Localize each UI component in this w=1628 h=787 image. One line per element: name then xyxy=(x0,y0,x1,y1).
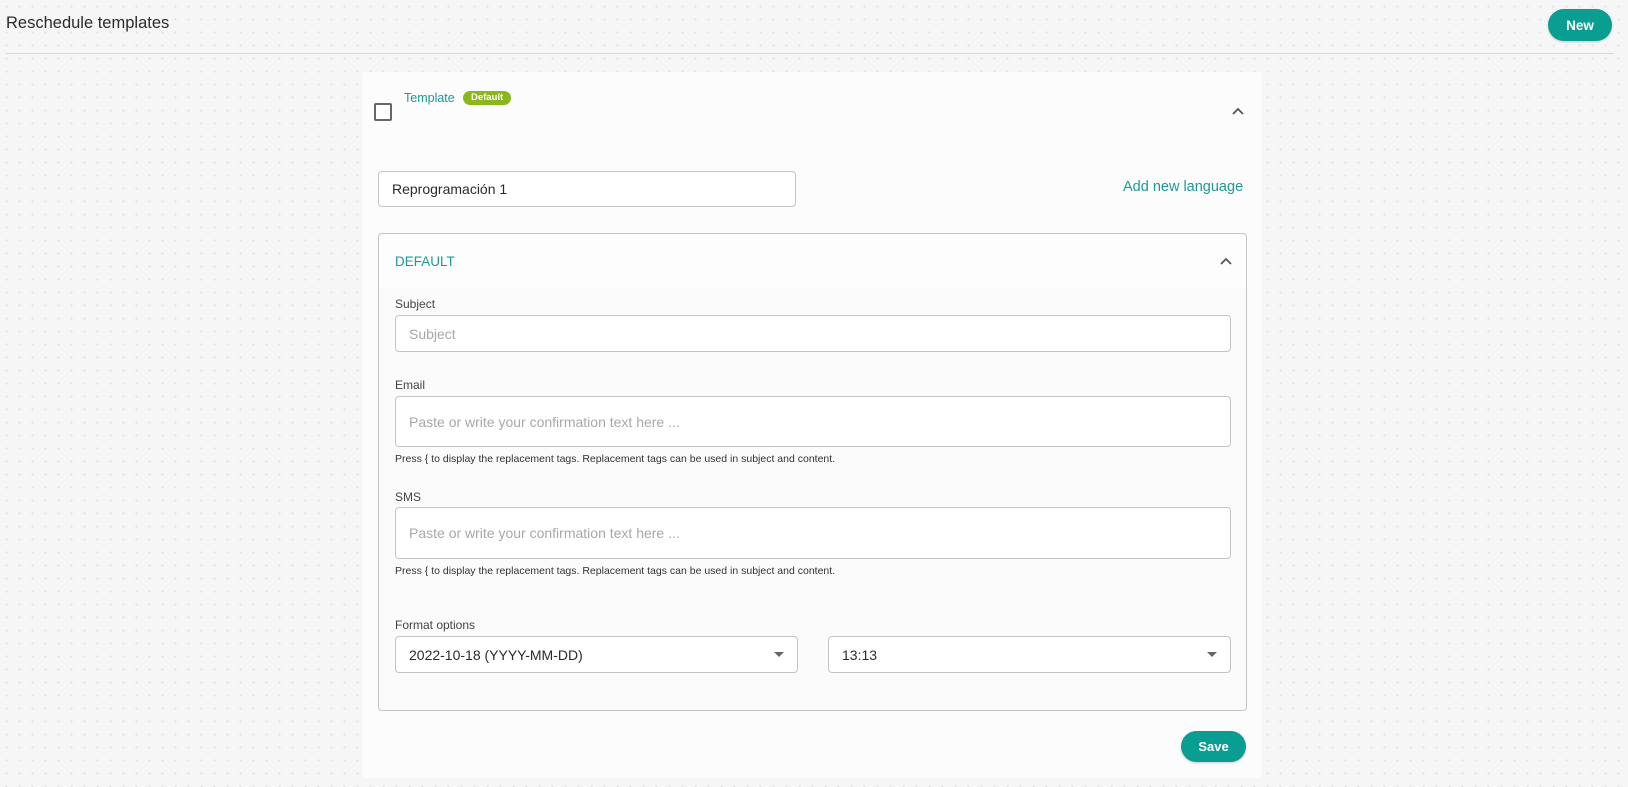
chevron-up-icon[interactable] xyxy=(1219,256,1233,266)
format-options-label: Format options xyxy=(395,618,476,632)
template-select-checkbox[interactable] xyxy=(374,103,392,121)
language-panel-default: DEFAULT Subject Subject Email Paste or w… xyxy=(378,233,1247,711)
subject-label: Subject xyxy=(395,297,436,311)
dropdown-caret-icon xyxy=(1207,652,1217,657)
time-format-value: 13:13 xyxy=(842,646,878,663)
language-panel-header[interactable]: DEFAULT xyxy=(379,234,1246,288)
date-format-value: 2022-10-18 (YYYY-MM-DD) xyxy=(409,646,583,663)
date-format-select[interactable]: 2022-10-18 (YYYY-MM-DD) xyxy=(395,636,798,673)
email-label: Email xyxy=(395,378,426,392)
dropdown-caret-icon xyxy=(774,652,784,657)
add-new-language-link[interactable]: Add new language xyxy=(1123,179,1243,195)
sms-label: SMS xyxy=(395,490,422,504)
new-template-button[interactable]: New xyxy=(1548,9,1612,41)
default-badge: Default xyxy=(463,91,512,105)
template-card: Template Default Reprogramación 1 Add ne… xyxy=(362,72,1262,778)
template-label: Template xyxy=(404,91,455,105)
sms-textarea[interactable]: Paste or write your confirmation text he… xyxy=(395,507,1231,559)
chevron-up-icon[interactable] xyxy=(1231,106,1245,116)
time-format-select[interactable]: 13:13 xyxy=(828,636,1231,673)
email-textarea[interactable]: Paste or write your confirmation text he… xyxy=(395,396,1231,447)
email-hint: Press { to display the replacement tags.… xyxy=(395,453,836,465)
header-divider xyxy=(6,53,1614,54)
language-title: DEFAULT xyxy=(395,254,455,269)
template-name-input[interactable]: Reprogramación 1 xyxy=(378,171,796,207)
sms-hint: Press { to display the replacement tags.… xyxy=(395,565,836,577)
page-title: Reschedule templates xyxy=(6,14,170,32)
save-button[interactable]: Save xyxy=(1181,731,1246,762)
subject-input[interactable]: Subject xyxy=(395,315,1231,352)
